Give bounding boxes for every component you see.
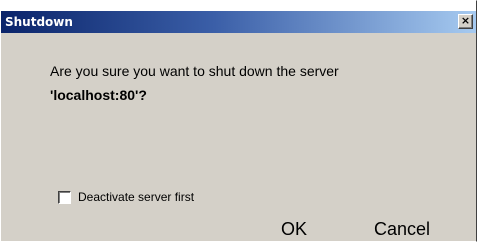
- confirmation-message: Are you sure you want to shut down the s…: [50, 63, 339, 79]
- close-button[interactable]: ×: [458, 14, 473, 29]
- ok-button[interactable]: OK: [281, 217, 307, 241]
- deactivate-option[interactable]: Deactivate server first: [58, 189, 194, 205]
- title-bar[interactable]: Shutdown ×: [1, 11, 476, 33]
- top-strip: [1, 1, 476, 11]
- cancel-button[interactable]: Cancel: [374, 217, 430, 241]
- window-title: Shutdown: [5, 15, 73, 29]
- deactivate-label[interactable]: Deactivate server first: [78, 190, 194, 204]
- shutdown-dialog: Shutdown × Are you sure you want to shut…: [0, 0, 477, 242]
- close-icon: ×: [460, 14, 471, 27]
- server-name: 'localhost:80'?: [50, 87, 147, 103]
- deactivate-checkbox[interactable]: [58, 190, 71, 204]
